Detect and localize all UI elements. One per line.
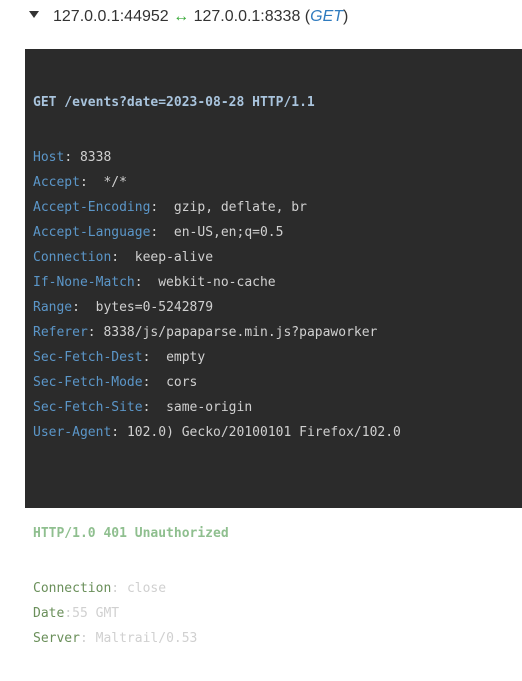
header-key: Accept [33,175,80,190]
header-value: keep-alive [134,250,214,265]
source-address: 127.0.0.1:44952 [53,8,169,25]
request-header: Range: bytes=0-5242879 [33,295,401,320]
header-value: gzip, deflate, br [173,200,307,215]
header-key: Date [33,606,65,621]
response-status-line: HTTP/1.0 401 Unauthorized [33,526,229,541]
request-header: Accept: */* [33,170,401,195]
header-separator: : [134,275,159,290]
request-header: Sec-Fetch-Mode: cors [33,370,401,395]
request-header: Host: 8338 [33,145,401,170]
request-line: GET /events?date=2023-08-28 HTTP/1.1 [33,95,315,110]
request-header: If-None-Match: webkit-no-cache [33,270,401,295]
header-key: If-None-Match [33,275,135,290]
response-header: Date:55 GMT [33,601,401,626]
header-value: 102.0) Gecko/20100101 Firefox/102.0 [126,425,401,440]
header-key: Referer [33,325,88,340]
header-separator: : [79,175,104,190]
header-value: webkit-no-cache [158,275,276,290]
header-key: Server [33,631,80,646]
header-value: bytes=0-5242879 [95,300,214,315]
header-separator: : [111,250,135,265]
header-separator: : [72,300,96,315]
header-value: en-US,en;q=0.5 [173,225,284,240]
header-key: Connection [33,250,112,265]
response-header: Connection: close [33,576,401,601]
header-separator: : [79,631,96,646]
bidirectional-arrow-icon: ↔ [173,8,190,25]
header-separator: : [142,375,167,390]
header-key: Range [33,300,73,315]
header-value: 55 GMT [72,606,120,621]
header-key: Sec-Fetch-Mode [33,375,143,390]
header-key: Sec-Fetch-Site [33,400,143,415]
header-separator: : [150,200,174,215]
header-separator: : [150,225,174,240]
destination-address: 127.0.0.1:8338 [193,8,301,25]
header-value: */* [103,175,127,190]
request-header: Accept-Language: en-US,en;q=0.5 [33,220,401,245]
header-key: Accept-Language [33,225,151,240]
request-header: User-Agent: 102.0) Gecko/20100101 Firefo… [33,420,401,445]
header-value: 8338 [79,150,112,165]
header-key: Accept-Encoding [33,200,151,215]
header-key: Connection [33,581,112,596]
request-header: Referer: 8338/js/papaparse.min.js?papawo… [33,320,401,345]
header-value: same-origin [166,400,253,415]
request-header: Sec-Fetch-Dest: empty [33,345,401,370]
header-key: Sec-Fetch-Dest [33,350,143,365]
connection-header[interactable]: 127.0.0.1:44952 ↔ 127.0.0.1:8338 (GET) [29,8,348,26]
request-header: Sec-Fetch-Site: same-origin [33,395,401,420]
header-separator: : [64,606,73,621]
header-value: cors [166,375,198,390]
header-value: Maltrail/0.53 [95,631,198,646]
http-method: GET [310,8,344,25]
header-value: empty [166,350,206,365]
header-separator: : [64,150,80,165]
header-separator: : [142,350,167,365]
response-header: Server: Maltrail/0.53 [33,626,401,651]
header-value: 8338/js/papaparse.min.js?papaworker [103,325,378,340]
request-header: Accept-Encoding: gzip, deflate, br [33,195,401,220]
header-separator: : [87,325,104,340]
header-separator: : [111,425,127,440]
header-key: User-Agent [33,425,112,440]
header-key: Host [33,150,65,165]
request-header: Connection: keep-alive [33,245,401,270]
header-value: close [126,581,167,596]
collapse-triangle-icon[interactable] [29,11,39,19]
header-separator: : [111,581,127,596]
header-separator: : [142,400,167,415]
http-exchange-panel: GET /events?date=2023-08-28 HTTP/1.1 Hos… [25,49,522,646]
